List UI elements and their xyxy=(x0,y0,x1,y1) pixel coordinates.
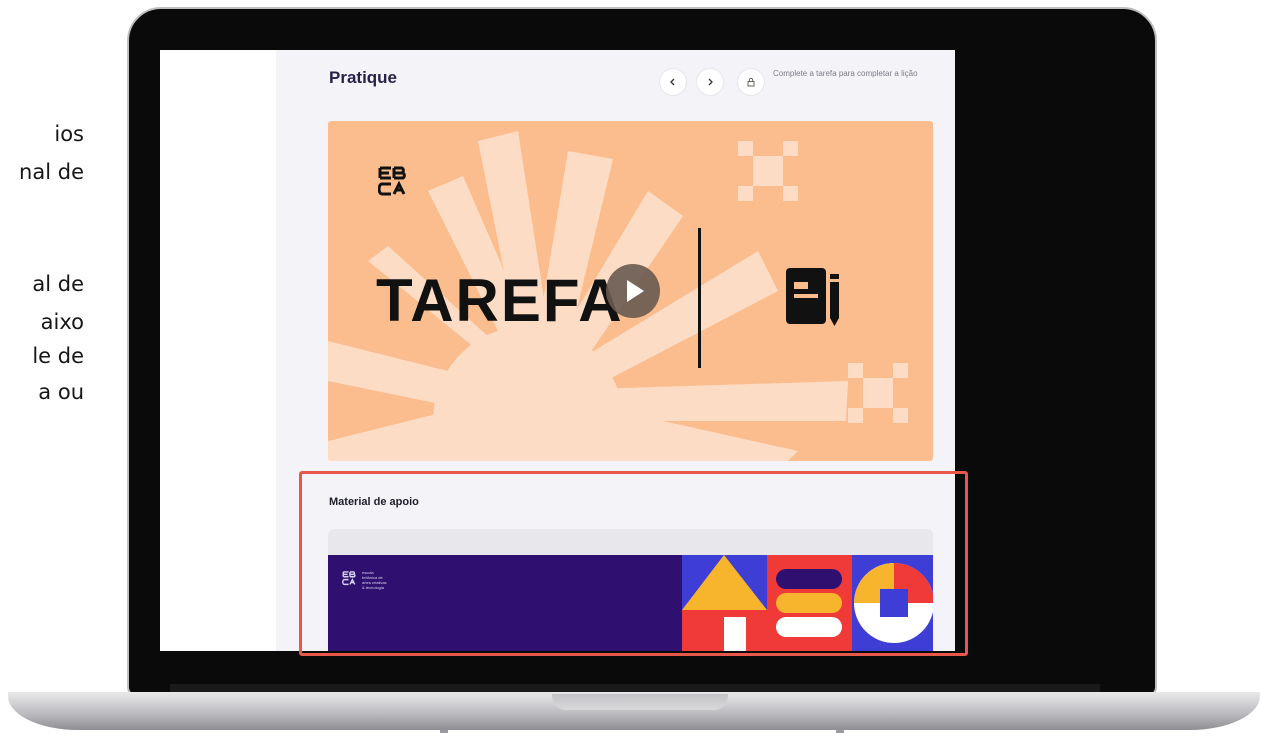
lock-button[interactable] xyxy=(738,69,764,95)
slide-text-line: nal de xyxy=(19,160,84,184)
slide-text-line: aixo xyxy=(40,310,84,334)
lock-icon xyxy=(747,77,755,87)
chevron-left-icon xyxy=(670,78,675,86)
laptop-foot xyxy=(440,730,448,733)
task-completion-message: Complete a tarefa para completar a lição xyxy=(773,69,918,78)
laptop-foot xyxy=(836,730,844,733)
page-title: Pratique xyxy=(329,68,398,87)
next-button[interactable] xyxy=(697,69,723,95)
laptop-notch xyxy=(552,694,728,710)
slide-text-line: a ou xyxy=(38,380,84,404)
slide-text-line: al de xyxy=(32,272,84,296)
vertical-divider xyxy=(698,228,701,368)
ebac-logo xyxy=(378,166,406,196)
document-pen-icon xyxy=(786,268,839,326)
highlight-box xyxy=(299,471,968,656)
previous-button[interactable] xyxy=(660,69,686,95)
video-player[interactable]: TAREFA xyxy=(328,121,933,461)
play-icon xyxy=(627,280,644,302)
chevron-right-icon xyxy=(708,78,713,86)
pixel-decoration xyxy=(738,141,798,201)
video-title: TAREFA xyxy=(376,267,624,334)
play-button[interactable] xyxy=(606,264,660,318)
slide-text-line: le de xyxy=(32,344,84,368)
pixel-decoration xyxy=(848,363,908,423)
slide-text-line: ios xyxy=(54,122,84,146)
